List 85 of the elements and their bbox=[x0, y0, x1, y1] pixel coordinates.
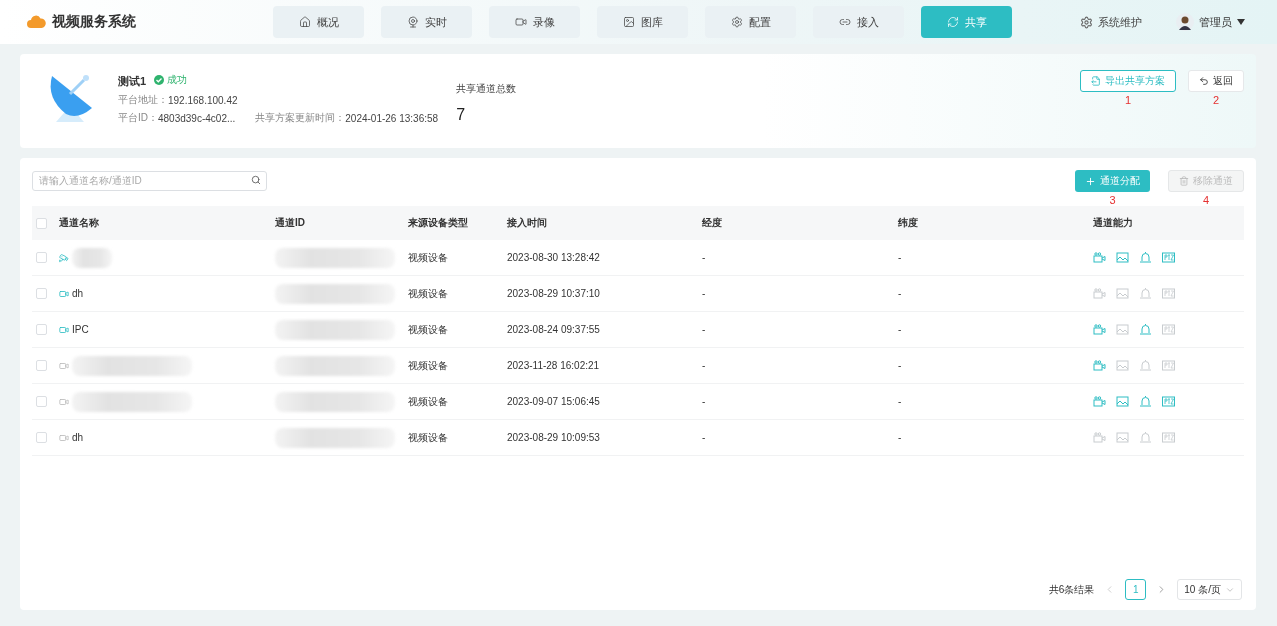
update-time: 2024-01-26 13:36:58 bbox=[345, 112, 439, 124]
field-label: 共享方案更新时间： bbox=[255, 111, 346, 125]
settings-icon bbox=[1080, 15, 1093, 29]
trash-icon bbox=[1179, 176, 1189, 186]
latitude: - bbox=[898, 396, 902, 407]
access-time: 2023-08-30 13:28:42 bbox=[507, 252, 600, 263]
page-size-select[interactable]: 10 条/页 bbox=[1177, 579, 1242, 600]
longitude: - bbox=[702, 324, 706, 335]
latitude: - bbox=[898, 360, 902, 371]
annotation-number: 4 bbox=[1202, 194, 1210, 206]
result-count: 共6条结果 bbox=[1048, 582, 1095, 597]
status-label: 成功 bbox=[154, 72, 188, 87]
row-checkbox[interactable] bbox=[36, 396, 47, 407]
undo-icon bbox=[1199, 76, 1209, 86]
column-header: 通道能力 bbox=[1093, 216, 1133, 230]
access-time: 2023-09-07 15:06:45 bbox=[507, 396, 600, 407]
nav-tab[interactable]: 概况 bbox=[273, 6, 364, 38]
export-icon bbox=[1091, 76, 1101, 86]
nav-tab[interactable]: 图库 bbox=[597, 6, 688, 38]
row-checkbox[interactable] bbox=[36, 432, 47, 443]
select-all-checkbox[interactable] bbox=[36, 217, 47, 229]
total-label: 共享通道总数 bbox=[456, 82, 517, 96]
access-time: 2023-08-29 10:37:10 bbox=[507, 288, 600, 299]
column-header: 接入时间 bbox=[507, 216, 547, 230]
longitude: - bbox=[702, 288, 706, 299]
column-header: 经度 bbox=[702, 216, 722, 230]
image-icon bbox=[622, 16, 635, 28]
platform-name: 测试1 bbox=[118, 74, 147, 89]
app-title: 视频服务系统 bbox=[52, 13, 136, 31]
row-checkbox[interactable] bbox=[36, 324, 47, 335]
annotation-number: 2 bbox=[1212, 94, 1220, 106]
home-icon bbox=[298, 16, 311, 28]
nav-tab[interactable]: 配置 bbox=[705, 6, 796, 38]
channel-name: IPC bbox=[72, 324, 89, 335]
device-type: 视频设备 bbox=[408, 250, 448, 265]
nav-tab[interactable]: 录像 bbox=[489, 6, 580, 38]
gear-icon bbox=[730, 16, 743, 28]
maintenance-button[interactable]: 系统维护 bbox=[1074, 13, 1148, 31]
column-header: 来源设备类型 bbox=[408, 216, 468, 230]
device-type: 视频设备 bbox=[408, 322, 448, 337]
longitude: - bbox=[702, 360, 706, 371]
video-icon bbox=[514, 16, 527, 28]
search-field[interactable]: 请输入通道名称/通道ID bbox=[32, 170, 267, 191]
nav-tab[interactable]: 实时 bbox=[381, 6, 472, 38]
longitude: - bbox=[702, 396, 706, 407]
total-count: 7 bbox=[456, 106, 467, 124]
latitude: - bbox=[898, 432, 902, 443]
longitude: - bbox=[702, 252, 706, 263]
caret-icon bbox=[1237, 19, 1245, 25]
latitude: - bbox=[898, 324, 902, 335]
longitude: - bbox=[702, 432, 706, 443]
user-menu[interactable]: 管理员 bbox=[1170, 12, 1251, 32]
channel-name: dh bbox=[72, 432, 84, 443]
column-header: 通道名称 bbox=[59, 216, 99, 230]
platform-id: 4803d39c-4c02... bbox=[158, 112, 236, 124]
refresh-icon bbox=[946, 16, 959, 28]
cloud-logo-icon bbox=[26, 15, 46, 29]
row-checkbox[interactable] bbox=[36, 252, 47, 263]
nav-tab[interactable]: 接入 bbox=[813, 6, 904, 38]
link-icon bbox=[838, 16, 851, 28]
platform-address: 192.168.100.42 bbox=[168, 94, 238, 106]
row-checkbox[interactable] bbox=[36, 360, 47, 371]
latitude: - bbox=[898, 288, 902, 299]
annotation-number: 3 bbox=[1109, 194, 1116, 206]
back-button[interactable]: 返回 bbox=[1188, 70, 1244, 92]
device-type: 视频设备 bbox=[408, 358, 448, 373]
access-time: 2023-11-28 16:02:21 bbox=[507, 360, 600, 371]
access-time: 2023-08-24 09:37:55 bbox=[507, 324, 600, 335]
avatar-icon bbox=[1176, 13, 1194, 31]
row-checkbox[interactable] bbox=[36, 288, 47, 299]
plus-icon bbox=[1085, 175, 1096, 187]
device-type: 视频设备 bbox=[408, 394, 448, 409]
success-icon bbox=[154, 74, 165, 85]
field-label: 平台ID： bbox=[118, 111, 158, 125]
column-header: 通道ID bbox=[275, 216, 305, 230]
column-header: 纬度 bbox=[898, 216, 918, 230]
field-label: 平台地址： bbox=[118, 93, 168, 107]
latitude: - bbox=[898, 252, 902, 263]
access-time: 2023-08-29 10:09:53 bbox=[507, 432, 600, 443]
webcam-icon bbox=[406, 16, 419, 28]
annotation-number: 1 bbox=[1124, 94, 1132, 106]
search-icon bbox=[251, 175, 261, 185]
device-type: 视频设备 bbox=[408, 286, 448, 301]
device-type: 视频设备 bbox=[408, 430, 448, 445]
channel-name: dh bbox=[72, 288, 84, 299]
